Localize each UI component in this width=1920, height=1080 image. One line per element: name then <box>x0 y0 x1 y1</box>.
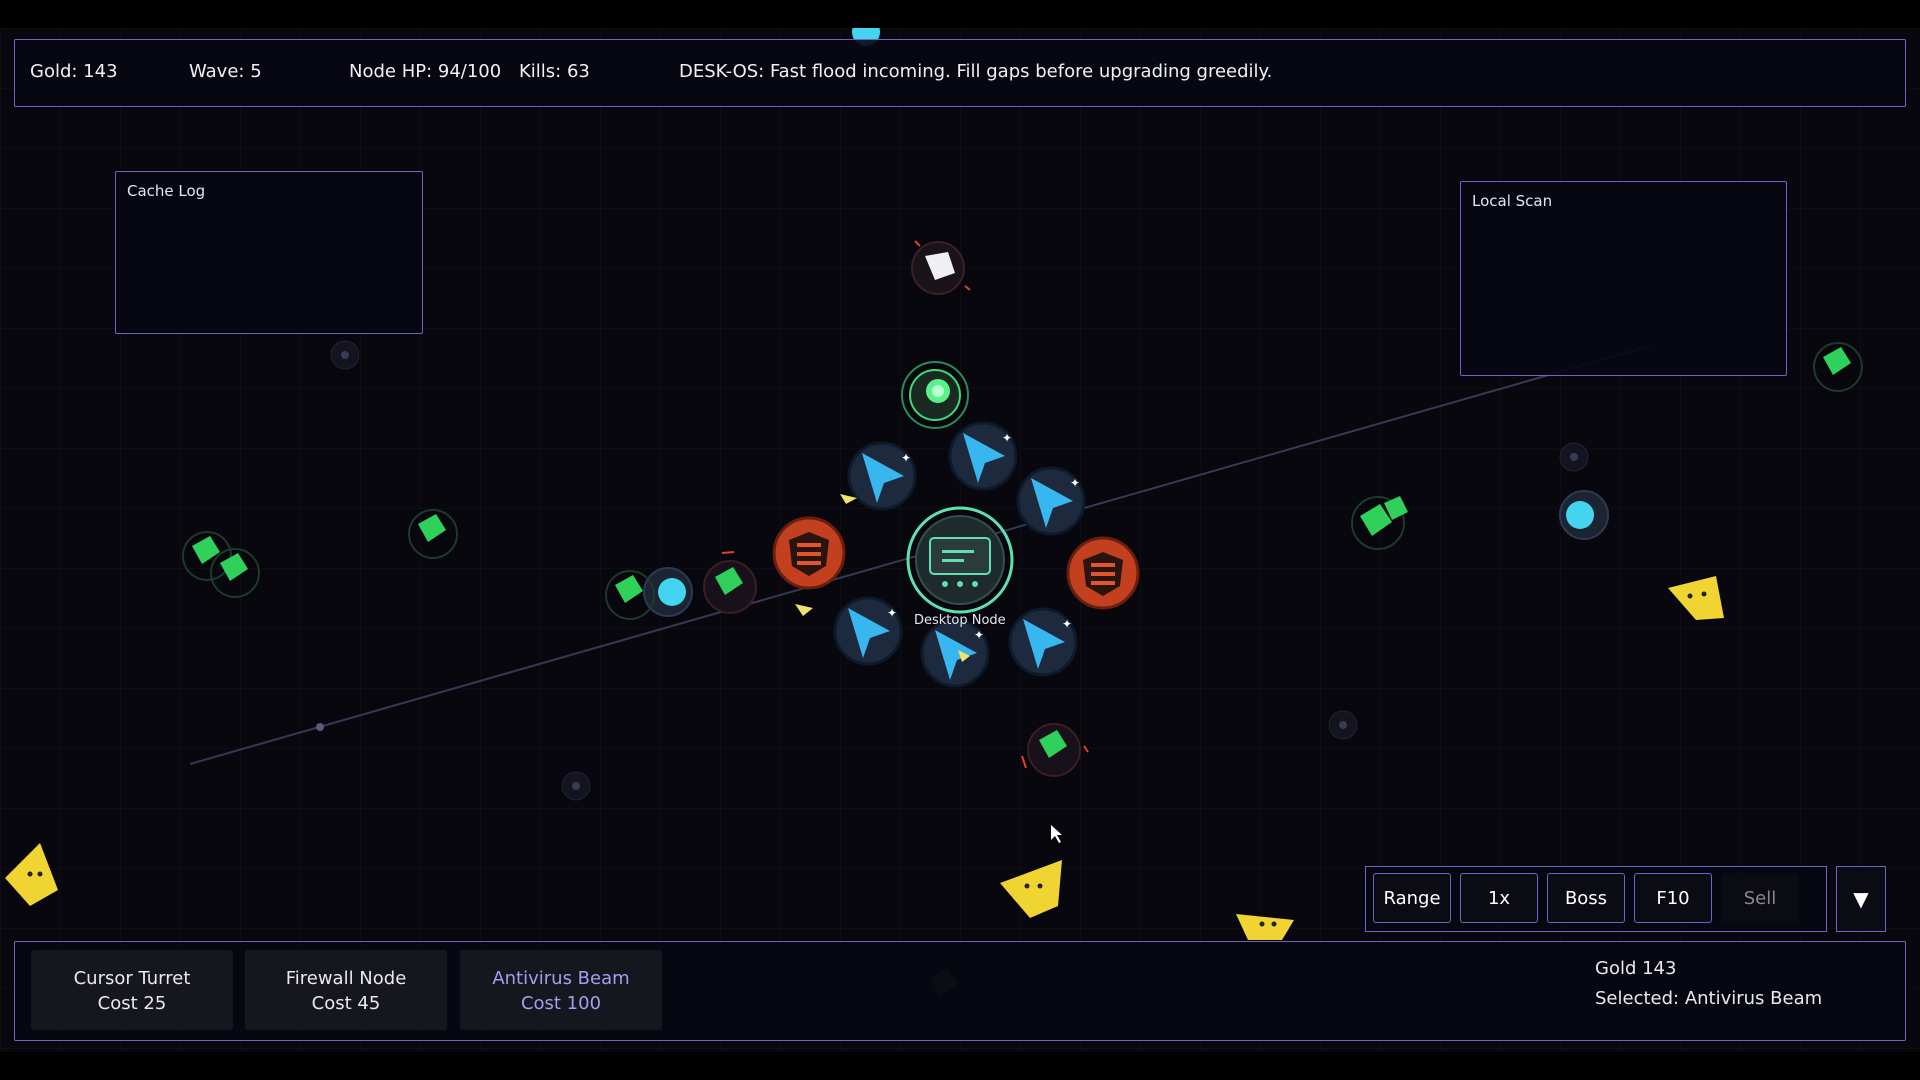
system-message: DESK-OS: Fast flood incoming. Fill gaps … <box>679 61 1273 82</box>
gold-readout: Gold 143 <box>1595 958 1677 979</box>
desktop-node-core[interactable] <box>906 506 1014 614</box>
sell-button[interactable]: Sell <box>1721 873 1799 923</box>
local-scan-title: Local Scan <box>1472 192 1553 210</box>
green-virus-enemy[interactable] <box>210 548 260 598</box>
collapse-dropdown-button[interactable]: ▼ <box>1836 866 1886 932</box>
green-virus-enemy[interactable] <box>1813 342 1863 392</box>
core-label: Desktop Node <box>914 613 1006 628</box>
firewall-node-cost: Cost 45 <box>311 993 381 1014</box>
empty-slot[interactable] <box>1559 442 1589 472</box>
yellow-virus-enemy[interactable] <box>1236 914 1294 940</box>
antivirus-beam-cost: Cost 100 <box>520 993 602 1014</box>
cursor-turret[interactable]: ✦ <box>847 441 917 511</box>
path-waypoint <box>316 723 324 731</box>
svg-text:✦: ✦ <box>887 606 897 620</box>
empty-slot[interactable] <box>1328 710 1358 740</box>
svg-text:✦: ✦ <box>974 628 984 642</box>
cursor-turret-name: Cursor Turret <box>73 968 191 989</box>
buy-cursor-turret[interactable]: Cursor Turret Cost 25 <box>31 950 233 1030</box>
yellow-virus-enemy[interactable] <box>1668 576 1724 620</box>
game-field[interactable]: ✦ ✦ ✦ ✦ ✦ ✦ Gold: 143 Wave: 5 Node HP: 9… <box>0 28 1920 1052</box>
svg-text:✦: ✦ <box>1062 617 1072 631</box>
gold-counter: Gold: 143 <box>30 61 118 82</box>
cache-log-panel: Cache Log <box>115 171 423 334</box>
data-orb[interactable] <box>643 567 693 617</box>
green-virus-enemy[interactable] <box>408 509 458 559</box>
buy-antivirus-beam[interactable]: Antivirus Beam Cost 100 <box>460 950 662 1030</box>
cursor-turret[interactable]: ✦ <box>920 618 990 688</box>
build-bar: Cursor Turret Cost 25 Firewall Node Cost… <box>14 941 1906 1041</box>
antivirus-beam-name: Antivirus Beam <box>492 968 630 989</box>
projectile <box>795 604 813 616</box>
green-virus-enemy[interactable] <box>1351 496 1408 550</box>
wave-counter: Wave: 5 <box>189 61 262 82</box>
cache-log-title: Cache Log <box>127 182 206 200</box>
firewall-node[interactable] <box>772 516 846 590</box>
cursor-turret[interactable]: ✦ <box>948 421 1018 491</box>
cursor-turret[interactable]: ✦ <box>833 596 903 666</box>
yellow-virus-enemy[interactable] <box>5 843 58 906</box>
cursor-turret-cost: Cost 25 <box>97 993 167 1014</box>
speed-button[interactable]: 1x <box>1460 873 1538 923</box>
green-virus-enemy[interactable] <box>1021 723 1089 777</box>
yellow-virus-enemy[interactable] <box>1000 860 1062 918</box>
firewall-node[interactable] <box>1066 536 1140 610</box>
top-status-bar: Gold: 143 Wave: 5 Node HP: 94/100 Kills:… <box>14 39 1906 107</box>
empty-slot[interactable] <box>330 340 360 370</box>
svg-text:✦: ✦ <box>901 451 911 465</box>
svg-text:✦: ✦ <box>1002 431 1012 445</box>
green-virus-enemy[interactable] <box>703 551 757 614</box>
svg-text:✦: ✦ <box>1070 476 1080 490</box>
boss-button[interactable]: Boss <box>1547 873 1625 923</box>
control-bar: Range 1x Boss F10 Sell <box>1365 866 1827 932</box>
range-button[interactable]: Range <box>1373 873 1451 923</box>
local-scan-panel: Local Scan <box>1460 181 1787 376</box>
antivirus-beam-tower[interactable] <box>901 361 969 429</box>
empty-slot[interactable] <box>561 771 591 801</box>
mouse-pointer-icon <box>1051 825 1062 843</box>
selected-readout: Selected: Antivirus Beam <box>1595 988 1823 1009</box>
kills-counter: Kills: 63 <box>519 61 590 82</box>
cursor-turret[interactable]: ✦ <box>1016 466 1086 536</box>
firewall-node-name: Firewall Node <box>285 968 407 989</box>
data-orb[interactable] <box>1559 490 1609 540</box>
cursor-turret[interactable]: ✦ <box>1008 607 1078 677</box>
node-hp-counter: Node HP: 94/100 <box>349 61 502 82</box>
buy-firewall-node[interactable]: Firewall Node Cost 45 <box>245 950 447 1030</box>
green-virus-enemy[interactable] <box>182 531 232 581</box>
selection-info: Gold 143 Selected: Antivirus Beam <box>1595 954 1822 1014</box>
cursor-virus-enemy[interactable] <box>911 240 971 295</box>
f10-button[interactable]: F10 <box>1634 873 1712 923</box>
